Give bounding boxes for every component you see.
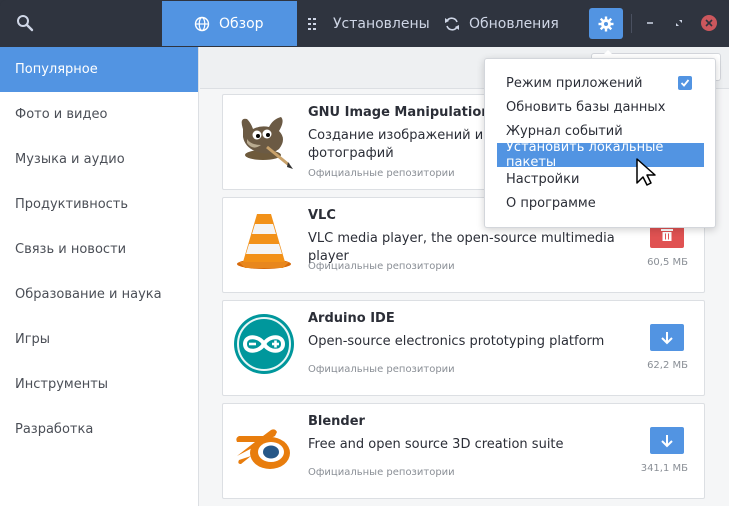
sidebar-item-communication[interactable]: Связь и новости	[0, 227, 198, 272]
arduino-icon	[233, 313, 295, 375]
install-button[interactable]	[650, 427, 684, 454]
menu-item-refresh-databases[interactable]: Обновить базы данных	[497, 95, 704, 119]
app-name: Blender	[308, 414, 365, 429]
refresh-icon	[445, 16, 459, 31]
app-repo: Официальные репозитории	[308, 467, 455, 478]
maximize-button[interactable]	[671, 15, 687, 31]
app-description: Open-source electronics prototyping plat…	[308, 334, 605, 349]
gimp-icon	[233, 107, 295, 169]
app-window: Обзор Установлены Обновления Популярное …	[0, 0, 729, 506]
download-arrow-icon	[661, 434, 673, 447]
tab-updates[interactable]: Обновления	[444, 1, 559, 46]
sidebar-item-games[interactable]: Игры	[0, 317, 198, 362]
list-icon	[308, 17, 316, 30]
tab-browse-label: Обзор	[219, 15, 264, 32]
app-size: 60,5 МБ	[647, 257, 688, 268]
app-repo: Официальные репозитории	[308, 364, 455, 375]
app-description: Free and open source 3D creation suite	[308, 437, 564, 452]
sidebar-item-development[interactable]: Разработка	[0, 407, 198, 452]
close-button[interactable]	[701, 15, 717, 31]
category-sidebar: Популярное Фото и видео Музыка и аудио П…	[0, 47, 199, 506]
checkmark-icon	[680, 79, 690, 87]
sidebar-item-tools[interactable]: Инструменты	[0, 362, 198, 407]
app-mode-checkbox[interactable]	[678, 76, 692, 90]
globe-icon	[194, 16, 210, 31]
header-bar: Обзор Установлены Обновления	[0, 0, 729, 47]
tab-installed-label: Установлены	[333, 15, 430, 32]
minimize-icon	[647, 22, 653, 24]
app-name: VLC	[308, 208, 336, 223]
tab-installed[interactable]: Установлены	[308, 1, 430, 46]
sidebar-item-productivity[interactable]: Продуктивность	[0, 182, 198, 227]
trash-icon	[661, 228, 673, 241]
minimize-button[interactable]	[642, 15, 658, 31]
tab-browse[interactable]: Обзор	[162, 1, 297, 46]
blender-icon	[233, 416, 295, 478]
gear-icon	[598, 16, 614, 31]
app-repo: Официальные репозитории	[308, 168, 455, 179]
menu-item-about[interactable]: О программе	[497, 191, 704, 215]
search-button[interactable]	[14, 12, 36, 34]
search-icon	[17, 15, 34, 32]
install-button[interactable]	[650, 324, 684, 351]
menu-item-install-local-packages[interactable]: Установить локальные пакеты	[497, 140, 704, 170]
app-name: Arduino IDE	[308, 311, 395, 326]
mouse-cursor-icon	[636, 158, 656, 186]
sidebar-item-education[interactable]: Образование и наука	[0, 272, 198, 317]
sidebar-item-popular[interactable]: Популярное	[0, 47, 198, 92]
app-card-arduino[interactable]: Arduino IDE Open-source electronics prot…	[222, 300, 705, 396]
sidebar-item-photo-video[interactable]: Фото и видео	[0, 92, 198, 137]
menu-button[interactable]	[589, 8, 623, 39]
app-size: 62,2 МБ	[647, 360, 688, 371]
menu-item-label: Режим приложений	[506, 75, 643, 91]
menu-item-app-mode[interactable]: Режим приложений	[497, 71, 704, 95]
download-arrow-icon	[661, 331, 673, 344]
close-icon	[705, 19, 713, 27]
menu-item-preferences[interactable]: Настройки	[497, 167, 704, 191]
app-card-blender[interactable]: Blender Free and open source 3D creation…	[222, 403, 705, 499]
app-repo: Официальные репозитории	[308, 261, 455, 272]
settings-menu-popover: Режим приложений Обновить базы данных Жу…	[484, 58, 716, 228]
sidebar-item-music-audio[interactable]: Музыка и аудио	[0, 137, 198, 182]
app-size: 341,1 МБ	[640, 463, 688, 474]
vlc-icon	[233, 210, 295, 272]
tab-updates-label: Обновления	[469, 15, 559, 32]
header-separator	[631, 14, 632, 33]
maximize-icon	[676, 20, 682, 26]
